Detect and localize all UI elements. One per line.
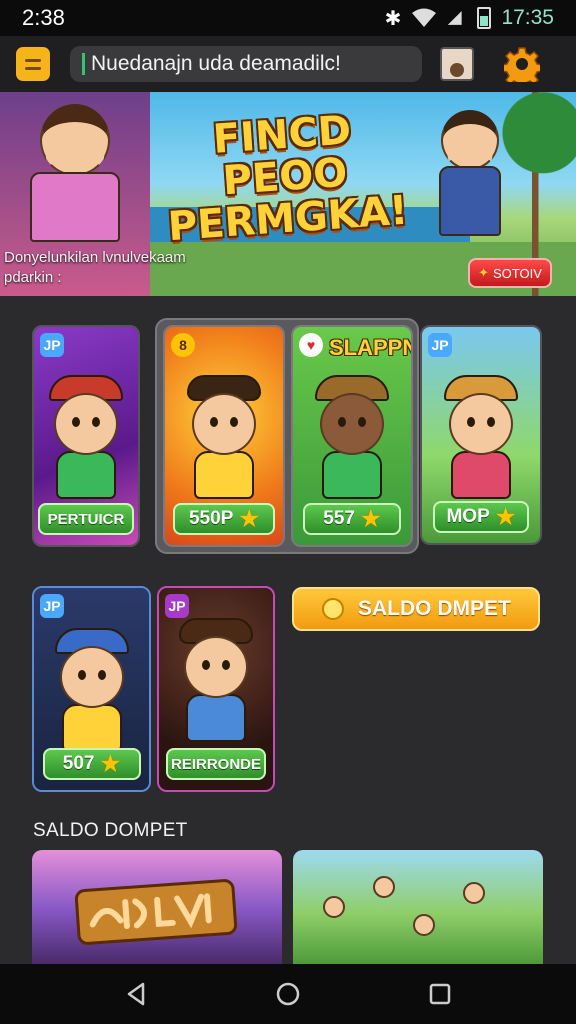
system-navigation-bar <box>0 964 576 1024</box>
character-illustration <box>307 375 397 505</box>
card-badge: 8 <box>171 333 195 357</box>
home-icon[interactable] <box>275 981 301 1007</box>
back-icon[interactable] <box>123 981 149 1007</box>
character-illustration <box>436 375 526 505</box>
bluetooth-icon: ✱ <box>384 7 402 30</box>
app-bar: Nuedanajn uda deamadilc! <box>0 36 576 92</box>
game-card[interactable]: JP MOP ★ <box>420 325 542 545</box>
recents-icon[interactable] <box>427 981 453 1007</box>
heart-icon: ♥ <box>299 333 323 357</box>
search-text: Nuedanajn uda deamadilc! <box>91 52 341 75</box>
card-title: SLAPPN <box>329 335 413 360</box>
banner-title: FINCD PEOO PERMGKA! <box>166 107 410 251</box>
card-chip: MOP ★ <box>433 501 529 533</box>
game-logo-image <box>74 878 238 946</box>
banner-action-button[interactable]: ✦ SOTOIV <box>468 258 552 288</box>
coin-icon <box>322 598 344 620</box>
card-badge: JP <box>40 333 64 357</box>
avatar <box>450 63 464 77</box>
girl-character-illustration <box>20 104 130 242</box>
star-icon: ★ <box>360 506 381 531</box>
menu-button[interactable] <box>16 47 50 81</box>
card-badge: JP <box>428 333 452 357</box>
profile-avatar-button[interactable] <box>440 47 474 81</box>
saldo-dompet-button[interactable]: SALDO DMPET <box>292 587 540 631</box>
star-icon: ✦ <box>478 265 489 280</box>
game-card[interactable]: 8 550P ★ <box>163 325 285 547</box>
game-thumbnail[interactable] <box>32 850 282 964</box>
wifi-icon <box>412 8 437 27</box>
status-bar: 2:38 ✱ 17:35 <box>0 0 576 36</box>
menu-icon <box>25 58 41 62</box>
card-chip: 557 ★ <box>303 503 401 535</box>
star-icon: ★ <box>100 751 121 776</box>
character-illustration <box>179 375 269 505</box>
status-icons: ✱ 17:35 <box>385 6 554 31</box>
game-card[interactable]: ♥ SLAPPN 557 ★ <box>291 325 413 547</box>
search-field[interactable]: Nuedanajn uda deamadilc! <box>70 46 422 82</box>
card-badge: JP <box>165 594 189 618</box>
status-time-secondary: 17:35 <box>501 6 554 29</box>
game-card[interactable]: JP PERTUICR <box>32 325 140 547</box>
card-chip: 550P ★ <box>173 503 275 535</box>
game-card[interactable]: JP REIRRONDE <box>157 586 275 792</box>
kids-playing-illustration <box>323 870 513 950</box>
status-time: 2:38 <box>22 5 65 30</box>
game-thumbnail[interactable] <box>293 850 543 964</box>
card-chip: REIRRONDE <box>166 748 266 780</box>
character-illustration <box>47 628 137 758</box>
boy-guitar-character-illustration <box>420 110 520 236</box>
signal-icon <box>448 11 463 25</box>
section-title: SALDO DOMPET <box>33 820 188 841</box>
card-chip: 507 ★ <box>42 748 141 780</box>
character-illustration <box>171 618 261 748</box>
character-illustration <box>41 375 131 505</box>
gear-icon[interactable] <box>504 46 540 82</box>
card-chip: PERTUICR <box>38 503 134 535</box>
star-icon: ★ <box>495 504 516 529</box>
banner-subtitle: Donyelunkilan lvnulvekaam pdarkin : <box>4 249 186 286</box>
card-badge: JP <box>40 594 64 618</box>
battery-icon <box>477 7 492 29</box>
text-cursor <box>82 53 85 75</box>
game-card[interactable]: JP 507 ★ <box>32 586 151 792</box>
star-icon: ★ <box>239 506 260 531</box>
